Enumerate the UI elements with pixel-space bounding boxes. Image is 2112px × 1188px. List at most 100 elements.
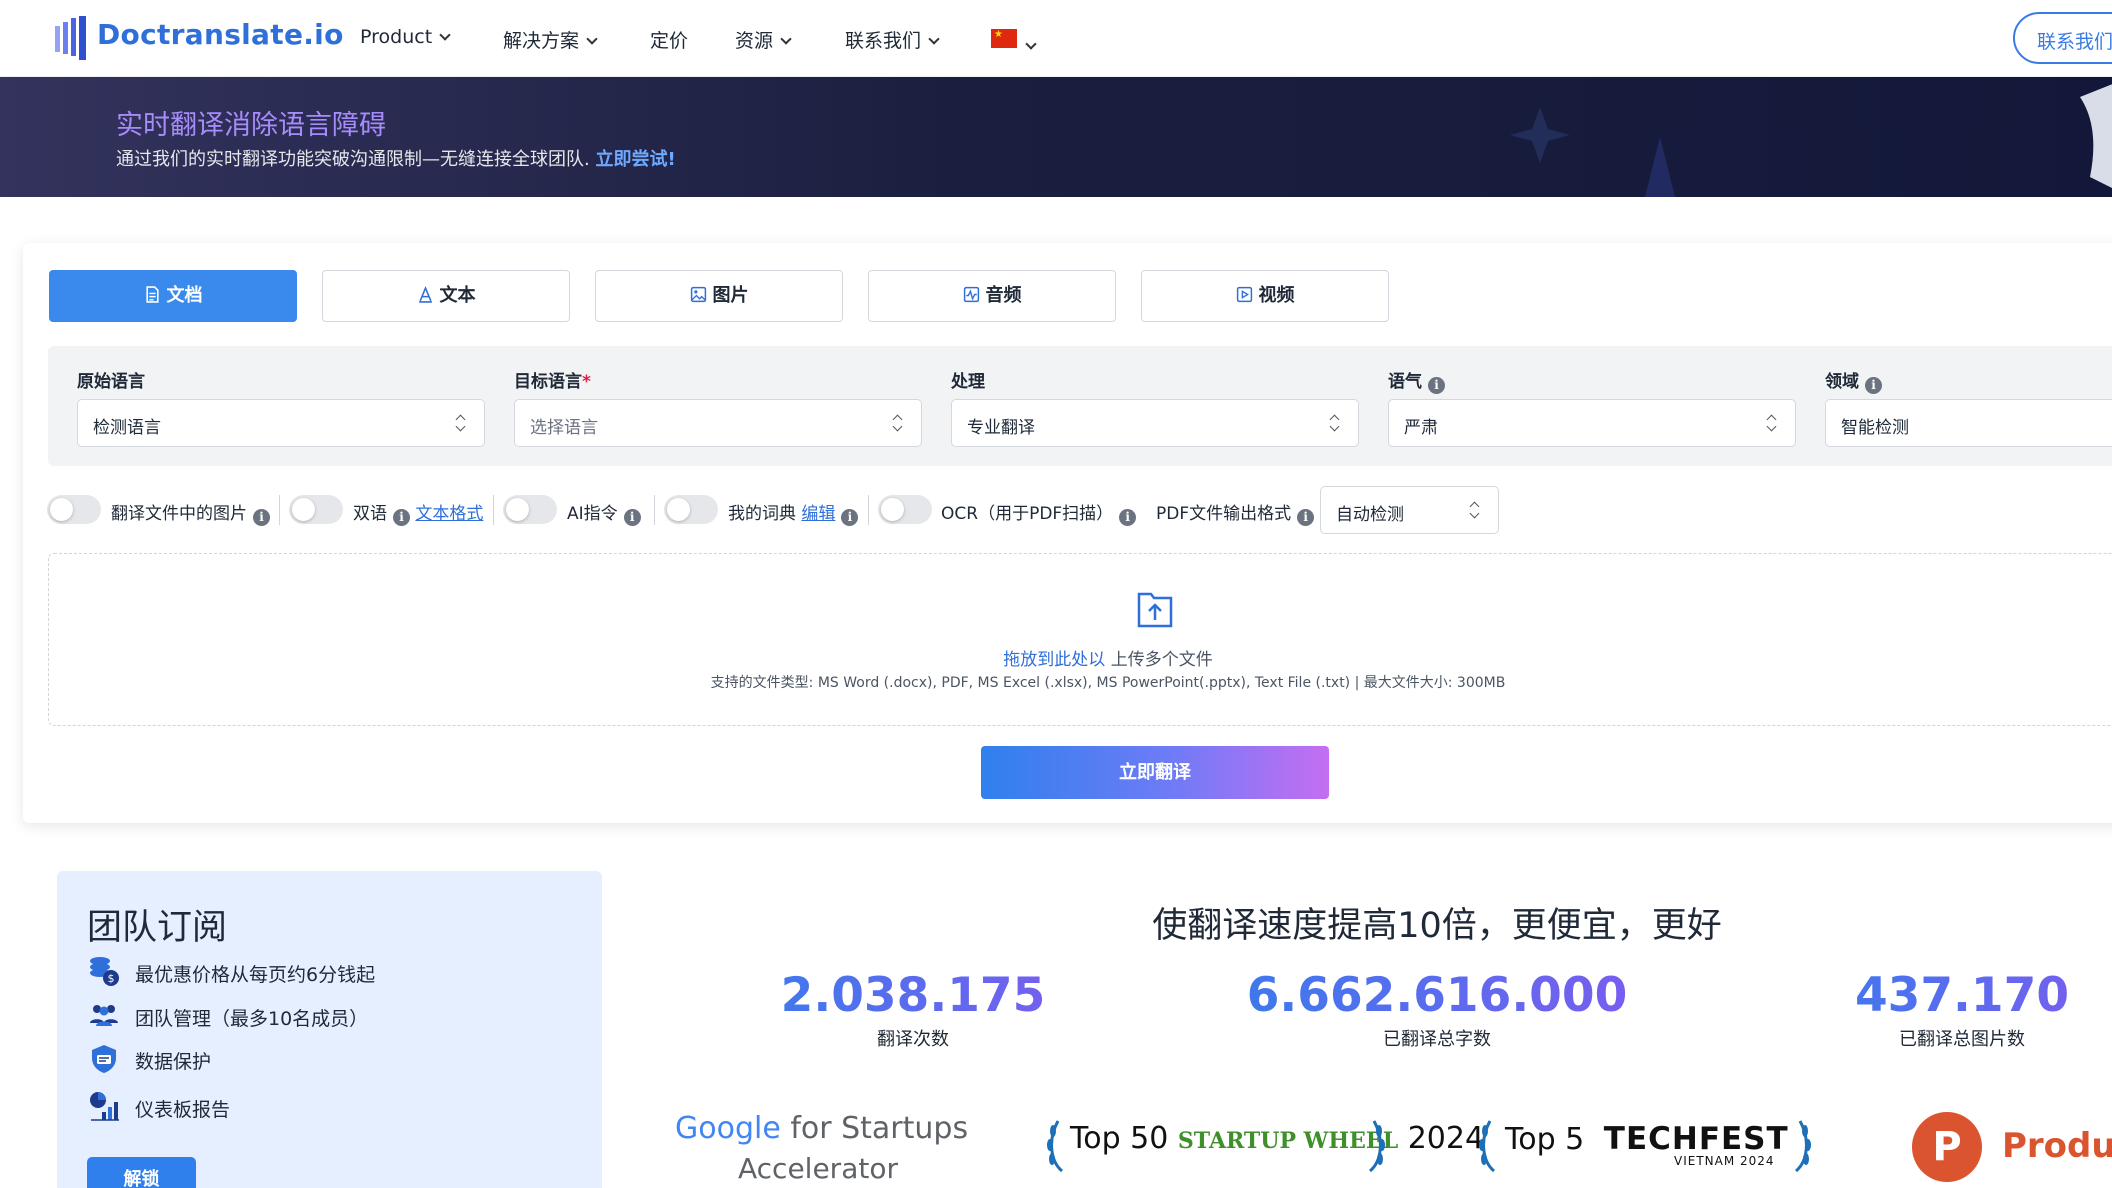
for-startups-text: for Startups: [780, 1111, 969, 1146]
info-icon[interactable]: i: [1428, 377, 1445, 394]
audio-icon: [963, 286, 979, 303]
team-feature: 最优惠价格从每页约6分钱起: [135, 964, 376, 986]
divider: [654, 495, 655, 525]
nav-pricing[interactable]: 定价: [650, 26, 688, 53]
stat-images-label: 已翻译总图片数: [1899, 1029, 2025, 1050]
shield-icon: [92, 1045, 116, 1073]
nav-product[interactable]: Product: [360, 26, 451, 48]
target-language-placeholder: 选择语言: [530, 418, 598, 438]
process-select[interactable]: 专业翻译: [951, 399, 1359, 447]
select-arrows-icon: [456, 412, 466, 434]
nav-contact-label: 联系我们: [845, 30, 922, 52]
glossary-edit-link[interactable]: 编辑: [801, 504, 835, 524]
translate-now-button[interactable]: 立即翻译: [981, 746, 1329, 799]
users-icon: [90, 1005, 118, 1026]
dropzone-link[interactable]: 拖放到此处以: [1003, 650, 1105, 670]
unlock-button[interactable]: 解锁: [87, 1157, 196, 1188]
contact-us-button[interactable]: 联系我们: [2013, 12, 2112, 64]
glossary-option: 我的词典 编辑 i: [728, 499, 859, 526]
select-arrows-icon: [1330, 412, 1340, 434]
google-for-startups-logo: Google for Startups: [675, 1111, 968, 1146]
info-icon[interactable]: i: [253, 509, 270, 526]
tab-audio-label: 音频: [985, 285, 1022, 306]
banner-subtitle-text: 通过我们的实时翻译功能突破沟通限制—无缝连接全球团队.: [116, 149, 590, 170]
supported-file-types: 支持的文件类型: MS Word (.docx), PDF, MS Excel …: [710, 675, 1506, 691]
language-chevron-icon[interactable]: [1025, 38, 1037, 50]
laurel-right-icon: [1794, 1120, 1811, 1173]
team-feature: 仪表板报告: [135, 1099, 231, 1121]
china-flag-icon[interactable]: ★: [991, 29, 1017, 48]
toggle-knob: [292, 498, 315, 521]
tab-text[interactable]: 文本: [322, 270, 570, 322]
ai-prompt-toggle[interactable]: [503, 495, 557, 524]
translate-images-toggle[interactable]: [47, 495, 101, 524]
select-arrows-icon: [1470, 499, 1480, 521]
ocr-toggle[interactable]: [878, 495, 932, 524]
file-dropzone[interactable]: [48, 553, 2112, 726]
nav-resources[interactable]: 资源: [735, 26, 792, 53]
target-language-select[interactable]: 选择语言: [514, 399, 922, 447]
domain-select[interactable]: 智能检测: [1825, 399, 2112, 447]
product-hunt-icon: P: [1912, 1112, 1982, 1182]
info-icon[interactable]: i: [1119, 509, 1137, 526]
award-name: TECHFEST: [1603, 1121, 1789, 1157]
logo-icon[interactable]: [55, 16, 89, 60]
ai-prompt-option: AI指令 i: [567, 499, 641, 526]
chevron-down-icon: [586, 33, 598, 45]
toggle-knob: [881, 498, 904, 521]
video-icon: [1236, 286, 1252, 303]
image-icon: [690, 286, 706, 303]
pdf-output-value: 自动检测: [1336, 505, 1404, 525]
tab-audio[interactable]: 音频: [868, 270, 1116, 322]
ai-prompt-label: AI指令: [567, 504, 618, 524]
info-icon[interactable]: i: [393, 509, 410, 526]
tone-label-text: 语气: [1388, 372, 1422, 392]
tone-label: 语气 i: [1388, 367, 1445, 394]
divider: [279, 495, 280, 525]
tab-video[interactable]: 视频: [1141, 270, 1389, 322]
text-format-link[interactable]: 文本格式: [415, 504, 483, 524]
info-icon[interactable]: i: [623, 509, 641, 526]
stat-translations-label: 翻译次数: [877, 1029, 949, 1050]
award-year: 2024: [1407, 1121, 1485, 1156]
toggle-knob: [50, 498, 73, 521]
ocr-option: OCR（用于PDF扫描） i: [941, 499, 1137, 526]
info-icon[interactable]: i: [1865, 377, 1882, 394]
select-arrows-icon: [893, 412, 903, 434]
source-language-select[interactable]: 检测语言: [77, 399, 485, 447]
stat-words-label: 已翻译总字数: [1383, 1029, 1491, 1050]
bilingual-toggle[interactable]: [289, 495, 343, 524]
info-icon[interactable]: i: [841, 509, 859, 526]
stat-images-value: 437.170: [1802, 968, 2112, 1023]
brand-name[interactable]: Doctranslate.io: [97, 18, 344, 51]
source-language-value: 检测语言: [93, 418, 161, 438]
info-icon[interactable]: i: [1297, 509, 1315, 526]
banner-title: 实时翻译消除语言障碍: [116, 110, 386, 141]
tone-value: 严肃: [1404, 418, 1438, 438]
nav-solutions[interactable]: 解决方案: [503, 26, 598, 53]
tab-image-label: 图片: [712, 285, 749, 306]
google-wordmark: Google: [675, 1111, 781, 1146]
tab-image[interactable]: 图片: [595, 270, 843, 322]
divider: [868, 495, 869, 525]
upload-file-icon[interactable]: [1136, 588, 1174, 628]
laurel-left-icon: [1479, 1120, 1496, 1173]
chevron-down-icon: [439, 29, 451, 41]
laurel-right-icon: [1368, 1120, 1385, 1173]
laurel-left-icon: [1047, 1120, 1064, 1173]
pdf-output-select[interactable]: 自动检测: [1320, 486, 1499, 534]
domain-label: 领域 i: [1825, 367, 1882, 394]
nav-contact[interactable]: 联系我们: [845, 26, 940, 53]
tab-document[interactable]: 文档: [49, 270, 297, 322]
techfest-subtitle: VIETNAM 2024: [1674, 1154, 1775, 1168]
process-value: 专业翻译: [967, 418, 1035, 438]
pdf-output-option: PDF文件输出格式 i: [1156, 499, 1315, 526]
glossary-toggle[interactable]: [664, 495, 718, 524]
process-label: 处理: [951, 372, 985, 392]
bilingual-label: 双语: [353, 504, 387, 524]
tone-select[interactable]: 严肃: [1388, 399, 1796, 447]
stat-words-value: 6.662.616.000: [1217, 968, 1657, 1023]
required-mark: *: [582, 372, 591, 392]
banner-decoration: [1510, 84, 2112, 197]
banner-try-link[interactable]: 立即尝试!: [595, 149, 675, 170]
